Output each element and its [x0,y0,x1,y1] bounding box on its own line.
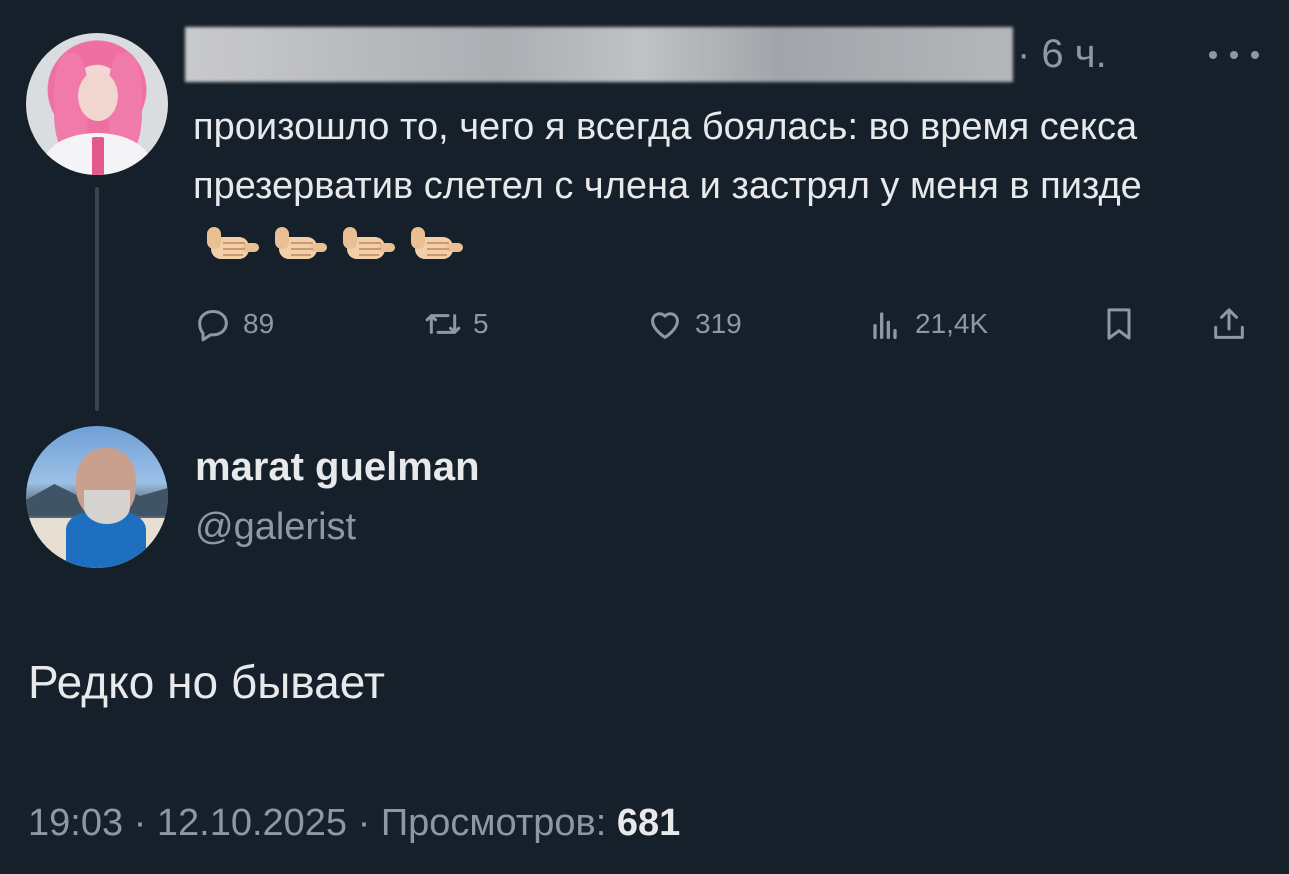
views-button[interactable]: 21,4K [865,296,988,352]
call-me-hand-emoji [411,227,463,259]
tweet-date[interactable]: 12.10.2025 [157,802,347,844]
avatar-face [78,71,118,121]
meta-space [606,802,617,844]
reply-icon [198,310,228,342]
reply-button[interactable]: 89 [193,296,274,352]
retweet-icon [425,314,461,334]
parent-tweet-time[interactable]: · 6 ч. [1017,30,1107,78]
call-me-hand-emoji [343,227,395,259]
like-count: 319 [695,308,742,339]
tweet-time[interactable]: 19:03 [28,802,123,844]
share-button[interactable] [1209,296,1249,352]
parent-tweet-text: произошло то, чего я всегда боялась: во … [193,98,1273,275]
more-dot [1230,51,1238,59]
share-icon [1214,308,1244,339]
meta-separator: · [347,802,381,844]
parent-tweet-actions: 89 5 319 21,4K [193,296,1263,352]
parent-tweet-body: произошло то, чего я всегда боялась: во … [193,106,1148,207]
reply-count: 89 [243,308,275,339]
thread-connector-line [95,187,99,411]
reply-tweet-meta: 19:03 · 12.10.2025 · Просмотров: 681 [28,798,680,848]
reply-author-avatar[interactable] [26,426,168,568]
reply-author-name[interactable]: marat guelman [195,442,480,492]
retweet-count: 5 [473,308,489,339]
views-icon [873,312,897,339]
like-icon [651,312,679,339]
views-label: Просмотров: [380,802,607,844]
tweet-views-count: 681 [616,802,681,844]
bookmark-button[interactable] [1099,296,1139,352]
retweet-button[interactable]: 5 [423,296,489,352]
redacted-author-name [185,27,1013,82]
call-me-hand-emoji [275,227,327,259]
views-count: 21,4K [915,308,989,339]
meta-separator: · [123,802,157,844]
more-dot [1209,51,1217,59]
bookmark-icon [1107,308,1131,340]
call-me-hand-emoji [207,227,259,259]
reply-author-handle[interactable]: @galerist [195,502,356,552]
reply-tweet-text: Редко но бывает [28,656,385,708]
emoji-row [203,217,467,265]
avatar-beard [84,490,130,524]
avatar-tie [92,137,104,175]
more-dot [1251,51,1259,59]
parent-author-avatar[interactable] [26,33,168,175]
like-button[interactable]: 319 [645,296,742,352]
more-options-icon[interactable] [1209,40,1259,70]
